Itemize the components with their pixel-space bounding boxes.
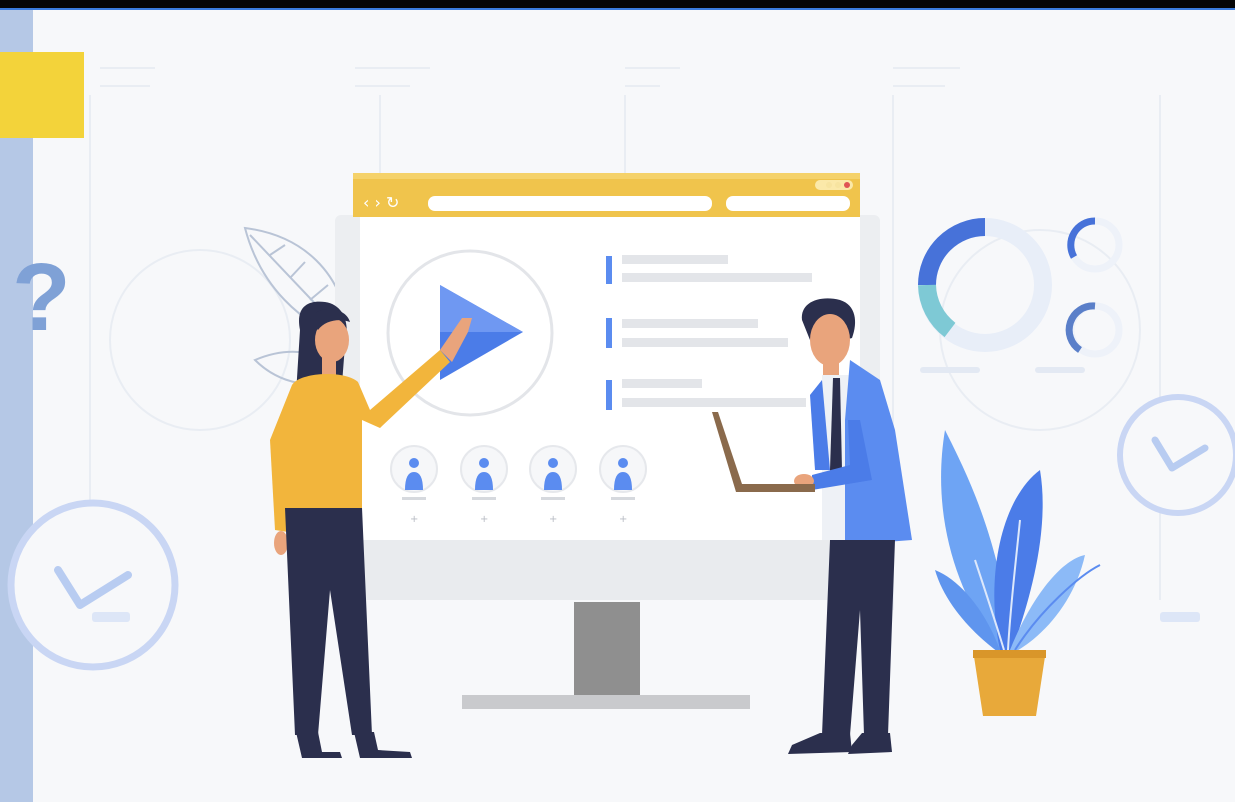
svg-text:?: ? [12, 244, 71, 351]
donut-chart-icon [918, 218, 1052, 352]
clock-icon [7, 499, 179, 671]
plant-decoration [935, 430, 1101, 716]
search-bar [726, 196, 850, 211]
browser-bar: ‹ › ↻ [353, 173, 860, 217]
donut-chart-icon [1067, 217, 1123, 273]
browser-nav-icon: ‹ › ↻ [363, 193, 399, 212]
question-mark-icon: ? [12, 244, 71, 351]
svg-text:+: + [480, 514, 488, 525]
decor-bars [920, 367, 1085, 373]
monitor-stand [574, 602, 640, 697]
plant-pot [973, 650, 1046, 716]
clock-icon [1117, 394, 1235, 622]
address-bar [428, 196, 712, 211]
svg-text:+: + [619, 514, 627, 525]
donut-chart-icon [1065, 302, 1123, 358]
svg-text:+: + [549, 514, 557, 525]
close-icon [844, 182, 850, 188]
presentation-scene: ? ‹ › ↻ + + + + [7, 67, 1235, 758]
svg-text:+: + [410, 514, 418, 525]
monitor-base [462, 695, 750, 709]
illustration-frame: ? ‹ › ↻ + + + + [0, 0, 1235, 802]
